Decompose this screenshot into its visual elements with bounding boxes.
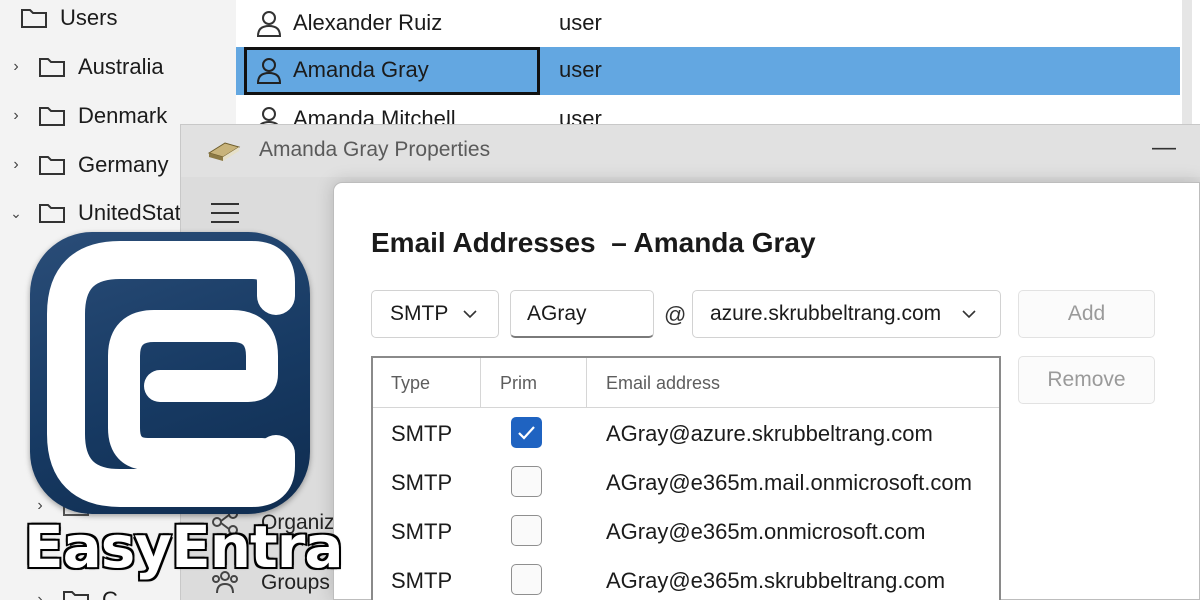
table-row[interactable]: SMTP AGray@e365m.onmicrosoft.com xyxy=(373,507,999,556)
table-header: Type Prim Email address xyxy=(373,358,999,408)
dialog-title: Email Addresses – Amanda Gray xyxy=(371,227,816,258)
address-type-select[interactable]: SMTP xyxy=(371,290,499,338)
folder-icon xyxy=(38,154,66,176)
tree-item-label: Denmark xyxy=(78,103,168,128)
tree-item-label: UnitedStat xyxy=(78,200,181,225)
column-header-type[interactable]: Type xyxy=(391,373,430,394)
user-role: user xyxy=(559,57,602,82)
logo-wordmark: EasyEntra xyxy=(22,512,344,583)
minimize-button[interactable]: — xyxy=(1149,135,1179,165)
chevron-right-icon[interactable]: › xyxy=(8,58,24,76)
folder-icon xyxy=(38,56,66,78)
primary-checkbox[interactable] xyxy=(511,515,542,546)
tree-item-label: C xyxy=(102,587,118,600)
user-role: user xyxy=(559,10,602,35)
tree-item-label: Users xyxy=(60,5,118,30)
input-value: AGray xyxy=(527,301,587,325)
checkmark-icon xyxy=(518,426,535,440)
user-row[interactable]: Alexander Ruiz user xyxy=(236,0,1180,48)
primary-checkbox[interactable] xyxy=(511,564,542,595)
user-name: Alexander Ruiz xyxy=(293,10,443,35)
select-value: azure.skrubbeltrang.com xyxy=(710,302,942,325)
hamburger-menu-icon[interactable] xyxy=(211,203,239,225)
tree-item-label: Australia xyxy=(78,54,164,79)
easyentra-logo-icon xyxy=(30,232,310,514)
chevron-down-icon[interactable]: ⌄ xyxy=(8,205,24,222)
chevron-down-icon xyxy=(462,304,478,324)
window-title: Amanda Gray Properties xyxy=(259,138,491,161)
chevron-down-icon xyxy=(961,304,977,324)
tree-item-germany[interactable]: › Germany xyxy=(8,143,168,187)
table-row[interactable]: SMTP AGray@e365m.skrubbeltrang.com xyxy=(373,556,999,600)
cell-type: SMTP xyxy=(391,421,453,446)
tree-item-denmark[interactable]: › Denmark xyxy=(8,94,167,138)
cell-email-address: AGray@e365m.skrubbeltrang.com xyxy=(606,568,946,593)
remove-button[interactable]: Remove xyxy=(1018,356,1155,404)
select-value: SMTP xyxy=(390,302,449,325)
column-header-prim[interactable]: Prim xyxy=(500,373,537,394)
add-button[interactable]: Add xyxy=(1018,290,1155,338)
cell-email-address: AGray@azure.skrubbeltrang.com xyxy=(606,421,933,446)
chevron-right-icon[interactable]: › xyxy=(8,107,24,125)
alias-input[interactable]: AGray xyxy=(510,290,654,338)
folder-icon xyxy=(20,7,48,29)
chevron-right-icon[interactable]: › xyxy=(8,156,24,174)
cell-email-address: AGray@e365m.onmicrosoft.com xyxy=(606,519,926,544)
user-icon xyxy=(256,57,282,85)
user-name: Amanda Gray xyxy=(293,57,429,82)
email-address-table: Type Prim Email address SMTP AGray@azure… xyxy=(371,356,1001,600)
at-sign: @ xyxy=(664,302,687,327)
window-titlebar[interactable]: Amanda Gray Properties — xyxy=(181,125,1200,177)
column-header-email[interactable]: Email address xyxy=(606,373,720,394)
folder-icon xyxy=(38,202,66,224)
column-divider[interactable] xyxy=(480,358,481,408)
tree-item-label: Germany xyxy=(78,152,169,177)
book-icon xyxy=(207,137,241,163)
cell-type: SMTP xyxy=(391,470,453,495)
tree-item-unitedstates[interactable]: ⌄ UnitedStat xyxy=(8,191,181,235)
user-list: Alexander Ruiz user Amanda Gray user Ama… xyxy=(236,0,1200,140)
column-divider[interactable] xyxy=(586,358,587,408)
cell-type: SMTP xyxy=(391,568,453,593)
user-icon xyxy=(256,10,282,38)
cell-type: SMTP xyxy=(391,519,453,544)
list-scrollbar[interactable] xyxy=(1182,0,1192,140)
domain-select[interactable]: azure.skrubbeltrang.com xyxy=(692,290,1001,338)
primary-checkbox[interactable] xyxy=(511,417,542,448)
user-row-selected[interactable]: Amanda Gray user xyxy=(236,47,1180,95)
tree-item-users[interactable]: Users xyxy=(20,0,117,40)
primary-checkbox[interactable] xyxy=(511,466,542,497)
cell-email-address: AGray@e365m.mail.onmicrosoft.com xyxy=(606,470,972,495)
table-row[interactable]: SMTP AGray@azure.skrubbeltrang.com xyxy=(373,409,999,458)
email-addresses-dialog: Email Addresses – Amanda Gray SMTP AGray… xyxy=(333,182,1200,600)
folder-icon xyxy=(38,105,66,127)
chevron-right-icon[interactable]: › xyxy=(32,591,48,600)
table-row[interactable]: SMTP AGray@e365m.mail.onmicrosoft.com xyxy=(373,458,999,507)
folder-icon xyxy=(62,589,90,600)
tree-item-australia[interactable]: › Australia xyxy=(8,45,164,89)
